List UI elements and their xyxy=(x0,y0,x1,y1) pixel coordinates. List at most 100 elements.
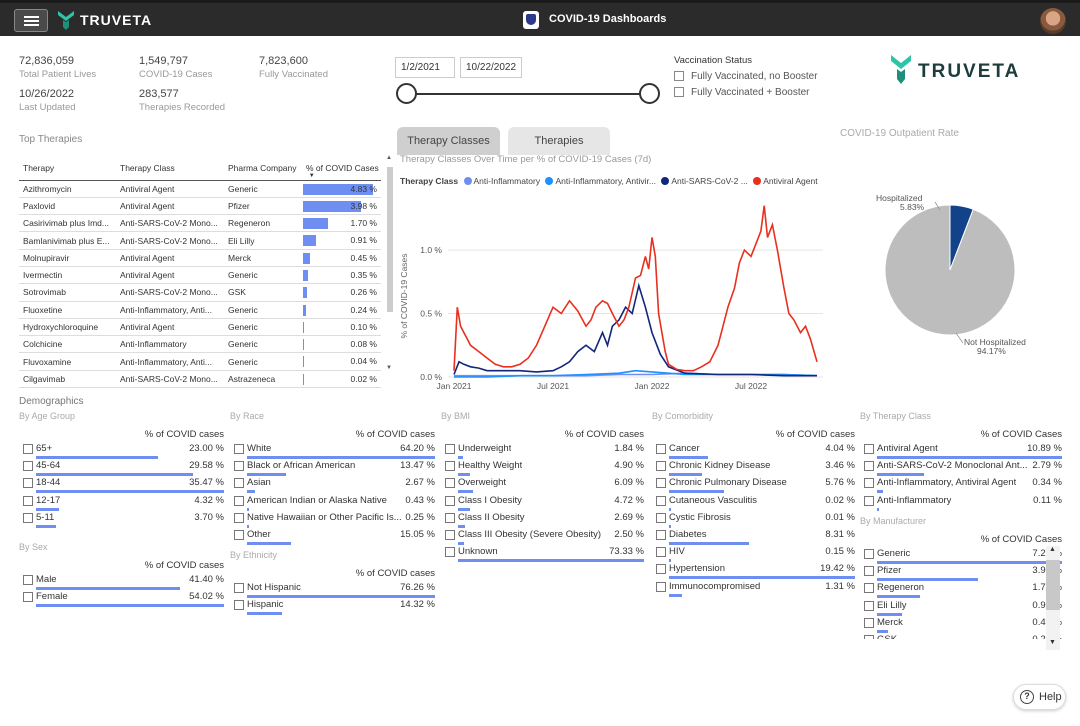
scroll-up-icon[interactable]: ▲ xyxy=(1049,546,1056,553)
manufacturer-row[interactable]: Generic7.26 % xyxy=(864,547,1062,561)
comorbidity-row[interactable]: Chronic Pulmonary Disease5.76 % xyxy=(656,476,855,490)
table-row[interactable]: Bamlanivimab plus E... Anti-SARS-CoV-2 M… xyxy=(19,232,381,249)
comorbidity-row[interactable]: Cystic Fibrosis0.01 % xyxy=(656,511,855,525)
race-row[interactable]: Other15.05 % xyxy=(234,528,435,542)
row-checkbox[interactable] xyxy=(445,547,455,557)
therapy-class-row[interactable]: Anti-Inflammatory0.11 % xyxy=(864,494,1062,508)
table-row[interactable]: Paxlovid Antiviral Agent Pfizer 3.98 % xyxy=(19,197,381,214)
therapy-class-row[interactable]: Antiviral Agent10.89 % xyxy=(864,442,1062,456)
table-row[interactable]: Cilgavimab Anti-SARS-CoV-2 Mono... Astra… xyxy=(19,370,381,387)
end-date-input[interactable]: 10/22/2022 xyxy=(460,57,522,78)
row-checkbox[interactable] xyxy=(864,478,874,488)
row-checkbox[interactable] xyxy=(864,444,874,454)
ethnicity-row[interactable]: Hispanic14.32 % xyxy=(234,598,435,612)
manufacturer-row[interactable]: Regeneron1.70 % xyxy=(864,581,1062,595)
row-checkbox[interactable] xyxy=(864,549,874,559)
table-row[interactable]: Azithromycin Antiviral Agent Generic 4.8… xyxy=(19,180,381,197)
bmi-row[interactable]: Healthy Weight4.90 % xyxy=(445,459,644,473)
row-checkbox[interactable] xyxy=(656,496,666,506)
column-header-therapy[interactable]: Therapy xyxy=(19,157,116,180)
age-row[interactable]: 18-4435.47 % xyxy=(23,476,224,490)
column-header-therapy-class[interactable]: Therapy Class xyxy=(116,157,224,180)
help-button[interactable]: ?Help xyxy=(1013,684,1066,710)
age-row[interactable]: 45-6429.58 % xyxy=(23,459,224,473)
row-checkbox[interactable] xyxy=(445,513,455,523)
bmi-row[interactable]: Class I Obesity4.72 % xyxy=(445,494,644,508)
table-row[interactable]: Sotrovimab Anti-SARS-CoV-2 Mono... GSK 0… xyxy=(19,284,381,301)
age-row[interactable]: 12-174.32 % xyxy=(23,494,224,508)
menu-icon[interactable] xyxy=(14,9,48,32)
row-checkbox[interactable] xyxy=(864,496,874,506)
race-row[interactable]: White64.20 % xyxy=(234,442,435,456)
manufacturer-row[interactable]: Pfizer3.98 % xyxy=(864,564,1062,578)
sex-row[interactable]: Male41.40 % xyxy=(23,573,224,587)
row-checkbox[interactable] xyxy=(445,478,455,488)
row-checkbox[interactable] xyxy=(23,513,33,523)
bmi-row[interactable]: Class II Obesity2.69 % xyxy=(445,511,644,525)
race-row[interactable]: Black or African American13.47 % xyxy=(234,459,435,473)
row-checkbox[interactable] xyxy=(234,583,244,593)
legend-item-anti-sars-cov-2[interactable]: Anti-SARS-CoV-2 ... xyxy=(661,176,748,186)
therapies-scrollbar[interactable]: ▲ ▼ xyxy=(386,157,394,375)
therapy-class-row[interactable]: Anti-Inflammatory, Antiviral Agent0.34 % xyxy=(864,476,1062,490)
comorbidity-row[interactable]: Cutaneous Vasculitis0.02 % xyxy=(656,494,855,508)
column-header-pharma-company[interactable]: Pharma Company xyxy=(224,157,302,180)
comorbidity-row[interactable]: Chronic Kidney Disease3.46 % xyxy=(656,459,855,473)
race-row[interactable]: American Indian or Alaska Native0.43 % xyxy=(234,494,435,508)
row-checkbox[interactable] xyxy=(234,530,244,540)
sex-row[interactable]: Female54.02 % xyxy=(23,590,224,604)
comorbidity-row[interactable]: Cancer4.04 % xyxy=(656,442,855,456)
therapy-class-row[interactable]: Anti-SARS-CoV-2 Monoclonal Ant...2.79 % xyxy=(864,459,1062,473)
row-checkbox[interactable] xyxy=(23,592,33,602)
row-checkbox[interactable] xyxy=(864,566,874,576)
manufacturer-row[interactable]: Merck0.45 % xyxy=(864,616,1062,630)
pie-slice-not-hospitalized[interactable] xyxy=(885,205,1015,335)
table-row[interactable]: Casirivimab plus Imd... Anti-SARS-CoV-2 … xyxy=(19,215,381,232)
race-row[interactable]: Asian2.67 % xyxy=(234,476,435,490)
age-row[interactable]: 5-113.70 % xyxy=(23,511,224,525)
date-slider-track[interactable] xyxy=(406,93,650,95)
row-checkbox[interactable] xyxy=(234,478,244,488)
manufacturer-row[interactable]: Eli Lilly0.97 % xyxy=(864,599,1062,613)
row-checkbox[interactable] xyxy=(864,601,874,611)
table-row[interactable]: Fluvoxamine Anti-Inflammatory, Anti... G… xyxy=(19,353,381,370)
row-checkbox[interactable] xyxy=(656,582,666,592)
comorbidity-row[interactable]: Hypertension19.42 % xyxy=(656,562,855,576)
table-row[interactable]: Colchicine Anti-Inflammatory Generic 0.0… xyxy=(19,336,381,353)
row-checkbox[interactable] xyxy=(864,635,874,639)
manufacturer-scrollbar[interactable]: ▲▼ xyxy=(1046,546,1060,650)
table-row[interactable]: Ivermectin Antiviral Agent Generic 0.35 … xyxy=(19,266,381,283)
table-row[interactable]: Hydroxychloroquine Antiviral Agent Gener… xyxy=(19,318,381,335)
scroll-down-icon[interactable]: ▼ xyxy=(1049,639,1056,646)
row-checkbox[interactable] xyxy=(864,618,874,628)
row-checkbox[interactable] xyxy=(445,530,455,540)
row-checkbox[interactable] xyxy=(656,547,666,557)
row-checkbox[interactable] xyxy=(656,444,666,454)
row-checkbox[interactable] xyxy=(23,478,33,488)
legend-item-anti-inflammatory-antiviral[interactable]: Anti-Inflammatory, Antivir... xyxy=(545,176,655,186)
row-checkbox[interactable] xyxy=(234,513,244,523)
row-checkbox[interactable] xyxy=(23,496,33,506)
bmi-row[interactable]: Unknown73.33 % xyxy=(445,545,644,559)
vaccination-booster-checkbox[interactable] xyxy=(674,87,684,97)
row-checkbox[interactable] xyxy=(656,530,666,540)
scroll-down-icon[interactable]: ▼ xyxy=(386,365,392,371)
comorbidity-row[interactable]: HIV0.15 % xyxy=(656,545,855,559)
vaccination-no-booster-checkbox[interactable] xyxy=(674,71,684,81)
bmi-row[interactable]: Underweight1.84 % xyxy=(445,442,644,456)
row-checkbox[interactable] xyxy=(234,600,244,610)
row-checkbox[interactable] xyxy=(656,461,666,471)
bmi-row[interactable]: Overweight6.09 % xyxy=(445,476,644,490)
row-checkbox[interactable] xyxy=(23,444,33,454)
comorbidity-row[interactable]: Immunocompromised1.31 % xyxy=(656,580,855,594)
row-checkbox[interactable] xyxy=(445,444,455,454)
ethnicity-row[interactable]: Not Hispanic76.26 % xyxy=(234,581,435,595)
row-checkbox[interactable] xyxy=(234,496,244,506)
comorbidity-row[interactable]: Diabetes8.31 % xyxy=(656,528,855,542)
tab-therapies[interactable]: Therapies xyxy=(508,127,610,155)
race-row[interactable]: Native Hawaiian or Other Pacific Is...0.… xyxy=(234,511,435,525)
legend-item-anti-inflammatory[interactable]: Anti-Inflammatory xyxy=(464,176,541,186)
legend-item-antiviral-agent[interactable]: Antiviral Agent xyxy=(753,176,817,186)
tab-therapy-classes[interactable]: Therapy Classes xyxy=(397,127,500,155)
row-checkbox[interactable] xyxy=(445,461,455,471)
